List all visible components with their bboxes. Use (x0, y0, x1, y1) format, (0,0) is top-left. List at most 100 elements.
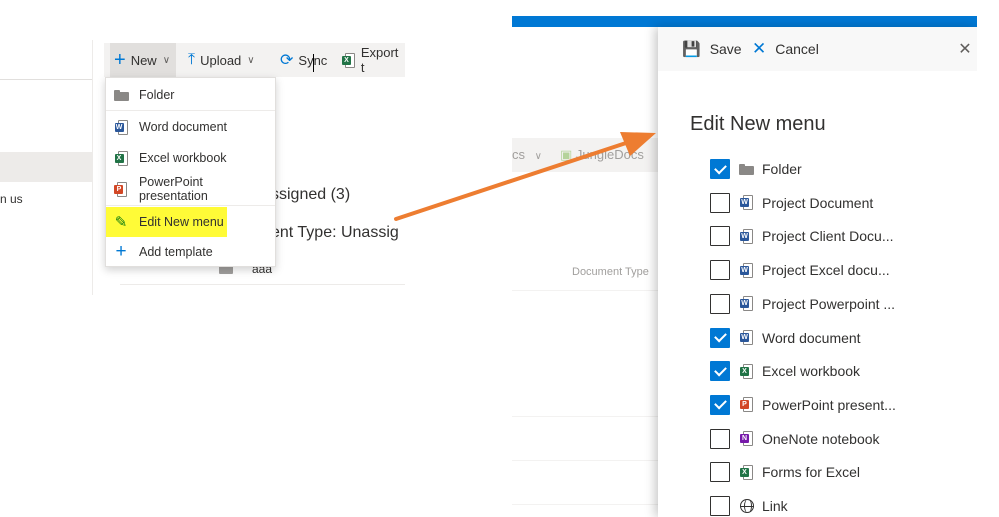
option-label: Project Client Docu... (762, 228, 894, 245)
word-icon: W (738, 296, 755, 312)
option-row[interactable]: X Excel workbook (710, 360, 860, 382)
export-button-label: Export t (360, 45, 399, 75)
word-icon: W (738, 330, 755, 346)
left-nav-item-partial[interactable]: n us (0, 192, 23, 206)
option-checkbox[interactable] (710, 293, 730, 314)
word-icon: W (738, 262, 755, 278)
sync-button[interactable]: ⟳ Sync (280, 43, 327, 77)
option-label: Project Excel docu... (762, 262, 890, 279)
plus-icon: + (114, 48, 126, 71)
suite-bar (512, 16, 977, 27)
row-divider (512, 504, 658, 505)
new-button-label: New (130, 52, 157, 68)
text-cursor (313, 54, 314, 72)
menu-item-word-document[interactable]: W Word document (106, 112, 275, 142)
powerpoint-icon: P (114, 181, 128, 197)
option-row[interactable]: Link (710, 495, 788, 517)
option-checkbox[interactable] (710, 394, 730, 415)
background-toolbar-text: cs (512, 147, 525, 162)
option-row[interactable]: W Project Excel docu... (710, 259, 890, 281)
background-column-header: Document Type (572, 266, 649, 278)
option-row[interactable]: X Forms for Excel (710, 461, 860, 483)
option-label: Forms for Excel (762, 464, 861, 481)
option-checkbox[interactable] (710, 496, 730, 516)
close-icon: ✕ (752, 39, 767, 58)
upload-icon: ⤒ (188, 51, 196, 68)
menu-divider (106, 110, 275, 111)
upload-button-label: Upload (200, 52, 242, 68)
group-header[interactable]: ssigned (3) (271, 186, 350, 204)
menu-item-powerpoint-presentation[interactable]: P PowerPoint presentation (106, 174, 275, 204)
menu-item-add-template[interactable]: + Add template (106, 237, 275, 267)
row-divider (512, 416, 658, 417)
onenote-icon: N (738, 431, 755, 447)
background-toolbar-partial: cs ∨ (512, 147, 542, 162)
save-button[interactable]: 💾 Save (682, 27, 742, 71)
menu-divider (106, 205, 275, 206)
option-checkbox[interactable] (710, 260, 730, 281)
row-divider (512, 290, 658, 291)
save-button-label: Save (709, 41, 742, 57)
word-icon: W (114, 119, 128, 135)
folder-icon (738, 161, 755, 177)
menu-item-edit-new-menu[interactable]: ✎ Edit New menu (106, 207, 227, 237)
left-nav-header (0, 40, 92, 80)
option-label: Excel workbook (762, 363, 861, 380)
option-row[interactable]: W Word document (710, 327, 861, 349)
option-row[interactable]: W Project Client Docu... (710, 225, 894, 247)
option-label: OneNote notebook (762, 430, 880, 447)
command-bar: + New ∨ ⤒ Upload ∨ ⟳ Sync X Export t (104, 43, 405, 77)
menu-item-label: PowerPoint presentation (138, 175, 208, 203)
cancel-button[interactable]: ✕ Cancel (752, 27, 819, 71)
option-label: Project Powerpoint ... (762, 295, 896, 312)
new-dropdown-menu: Folder W Word document X Excel workbook … (105, 77, 276, 267)
pencil-icon: ✎ (114, 214, 128, 231)
option-row[interactable]: W Project Document (710, 192, 873, 214)
folder-icon (113, 89, 129, 101)
row-divider (512, 460, 658, 461)
menu-item-label: Add template (139, 245, 213, 259)
menu-item-excel-workbook[interactable]: X Excel workbook (106, 143, 275, 173)
new-button[interactable]: + New ∨ (110, 43, 177, 77)
close-icon: ✕ (958, 41, 972, 58)
option-row[interactable]: P PowerPoint present... (710, 394, 896, 416)
menu-item-label: Excel workbook (139, 151, 227, 165)
excel-icon: X (342, 52, 355, 68)
excel-icon: X (738, 363, 755, 379)
close-panel-button[interactable]: ✕ (953, 27, 977, 71)
powerpoint-icon: P (738, 397, 755, 413)
option-checkbox[interactable] (710, 428, 730, 449)
cancel-button-label: Cancel (775, 41, 819, 57)
plus-icon: + (115, 241, 127, 262)
chevron-down-icon: ∨ (247, 54, 255, 66)
option-label: Project Document (762, 194, 874, 211)
option-label: Word document (762, 329, 861, 346)
option-checkbox[interactable] (710, 462, 730, 483)
export-button[interactable]: X Export t (342, 43, 405, 77)
option-row[interactable]: W Project Powerpoint ... (710, 293, 895, 315)
menu-item-label: Folder (139, 88, 175, 102)
option-checkbox[interactable] (710, 192, 730, 213)
globe-icon (738, 498, 755, 514)
option-label: Link (762, 498, 788, 514)
option-checkbox[interactable] (710, 226, 730, 247)
word-icon: W (738, 195, 755, 211)
content-type-header[interactable]: ent Type: Unassig (271, 224, 399, 242)
menu-item-label: Word document (139, 120, 228, 134)
background-jungledocs-text: JungleDocs (575, 147, 644, 162)
option-row[interactable]: N OneNote notebook (710, 428, 880, 450)
chevron-down-icon: ∨ (534, 151, 542, 162)
menu-item-label: Edit New menu (139, 215, 224, 229)
option-row[interactable]: Folder (710, 158, 802, 180)
left-nav-selected-item[interactable] (0, 152, 92, 182)
option-checkbox[interactable] (710, 361, 730, 382)
option-checkbox[interactable] (710, 327, 730, 348)
option-checkbox[interactable] (710, 159, 730, 179)
panel-command-bar: 💾 Save ✕ Cancel ✕ (658, 27, 977, 71)
word-icon: W (738, 228, 755, 244)
upload-button[interactable]: ⤒ Upload ∨ (188, 43, 255, 77)
edit-new-menu-panel: 💾 Save ✕ Cancel ✕ Edit New menu Folder W P… (658, 27, 977, 517)
row-divider (120, 284, 405, 285)
menu-item-folder[interactable]: Folder (106, 80, 275, 110)
excel-icon: X (738, 464, 755, 480)
